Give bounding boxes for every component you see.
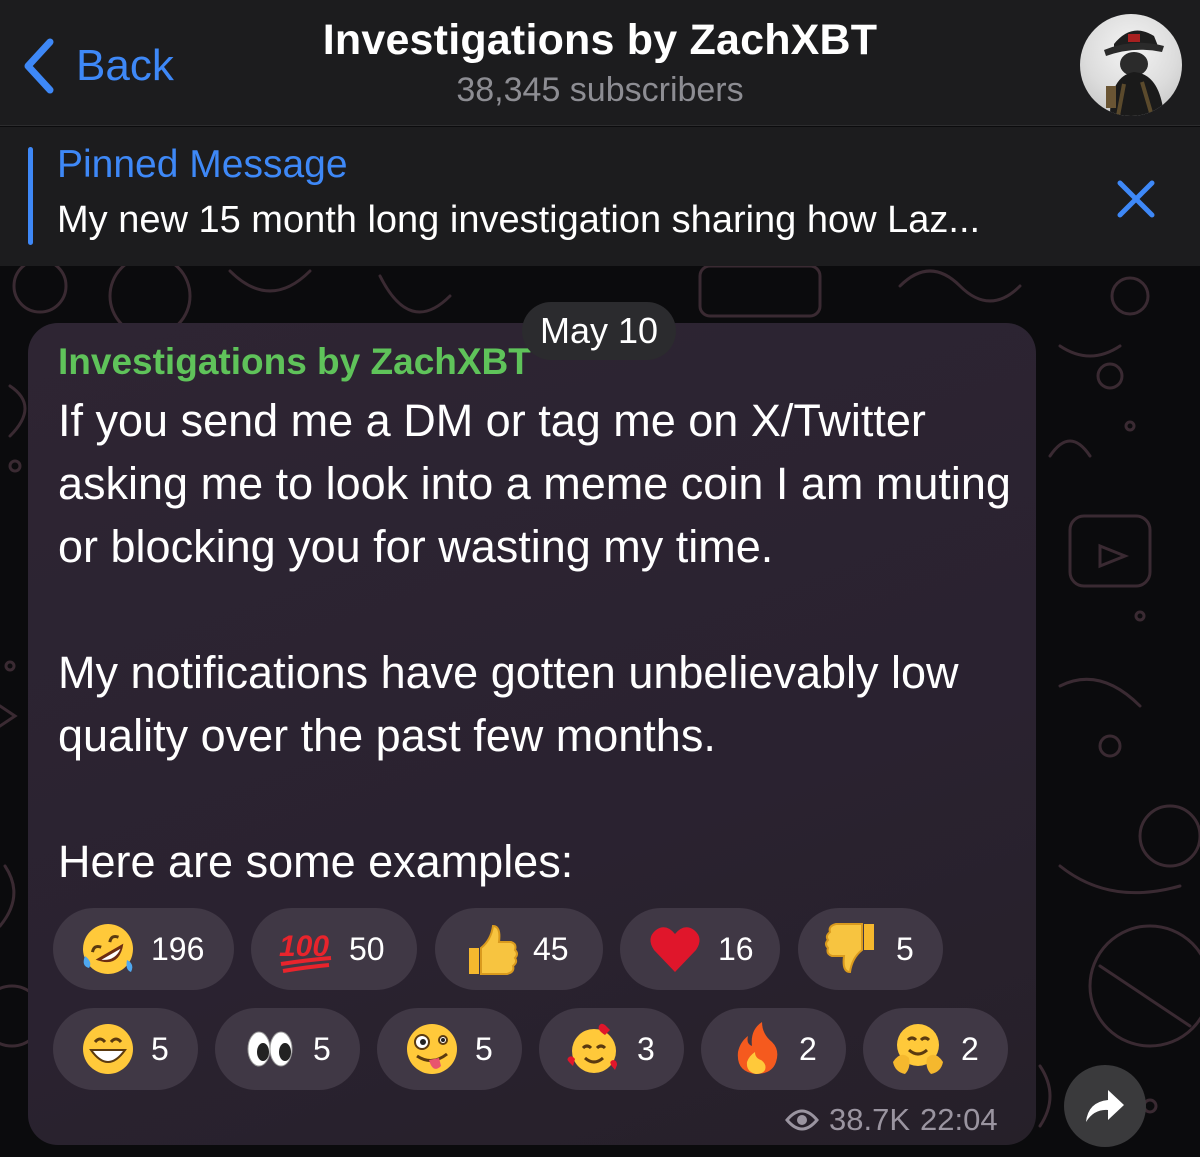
channel-info[interactable]: Investigations by ZachXBT 38,345 subscri… [250,16,950,110]
date-separator: May 10 [522,302,676,360]
reaction-fire[interactable]: 2 [701,1008,846,1090]
pinned-text: My new 15 month long investigation shari… [57,199,981,241]
subscriber-count: 38,345 subscribers [456,71,744,109]
reaction-count: 196 [151,930,205,967]
eye-icon [785,1109,819,1131]
reaction-count: 5 [896,930,914,967]
message-paragraph: If you send me a DM or tag me on X/Twitt… [58,395,1011,572]
reaction-red-heart[interactable]: 16 [620,908,780,990]
reaction-count: 5 [475,1030,493,1067]
reaction-grinning-face[interactable]: 5 [53,1008,198,1090]
smiling-face-with-hearts-icon [565,1020,623,1078]
chat-header: Back Investigations by ZachXBT 38,345 su… [0,0,1200,126]
thumbs-up-icon [461,920,519,978]
reaction-count: 2 [799,1030,817,1067]
grinning-face-icon [79,1020,137,1078]
red-heart-icon [646,920,704,978]
message-meta: 38.7K 22:04 [785,1100,998,1140]
reaction-count: 16 [718,930,754,967]
reaction-smiling-face-with-hearts[interactable]: 3 [539,1008,684,1090]
pinned-indicator [28,147,33,245]
rolling-on-floor-laughing-icon [79,920,137,978]
reaction-count: 5 [313,1030,331,1067]
back-button[interactable]: Back [20,34,174,98]
reaction-hugging-face[interactable]: 2 [863,1008,1008,1090]
channel-title: Investigations by ZachXBT [322,16,878,64]
eyes-icon [241,1020,299,1078]
message-time: 22:04 [920,1102,998,1137]
reaction-count: 2 [961,1030,979,1067]
hundred-points-icon: 100 [277,920,335,978]
hugging-face-icon [889,1020,947,1078]
message-sender: Investigations by ZachXBT [58,341,531,382]
view-count: 38.7K [829,1102,911,1137]
reaction-rolling-on-floor-laughing[interactable]: 196 [53,908,234,990]
zany-face-icon [403,1020,461,1078]
channel-avatar[interactable] [1080,14,1182,116]
reaction-hundred-points[interactable]: 100 50 [251,908,417,990]
share-arrow-icon [1086,1090,1124,1122]
reaction-thumbs-up[interactable]: 45 [435,908,603,990]
reaction-count: 5 [151,1030,169,1067]
reaction-thumbs-down[interactable]: 5 [798,908,943,990]
reaction-count: 3 [637,1030,655,1067]
pinned-title: Pinned Message [57,143,348,186]
share-button[interactable] [1064,1065,1146,1147]
reaction-count: 50 [349,930,385,967]
thumbs-down-icon [824,920,882,978]
chevron-left-icon [24,38,54,94]
fire-icon [727,1020,785,1078]
message-paragraph: My notifications have gotten unbelievabl… [58,647,959,761]
close-icon[interactable] [1112,175,1160,223]
back-label: Back [76,41,174,90]
message-text: If you send me a DM or tag me on X/Twitt… [58,389,1018,893]
reaction-zany-face[interactable]: 5 [377,1008,522,1090]
message-paragraph: Here are some examples: [58,836,574,887]
reaction-eyes[interactable]: 5 [215,1008,360,1090]
pinned-message-bar[interactable]: Pinned Message My new 15 month long inve… [0,127,1200,266]
reaction-count: 45 [533,930,569,967]
